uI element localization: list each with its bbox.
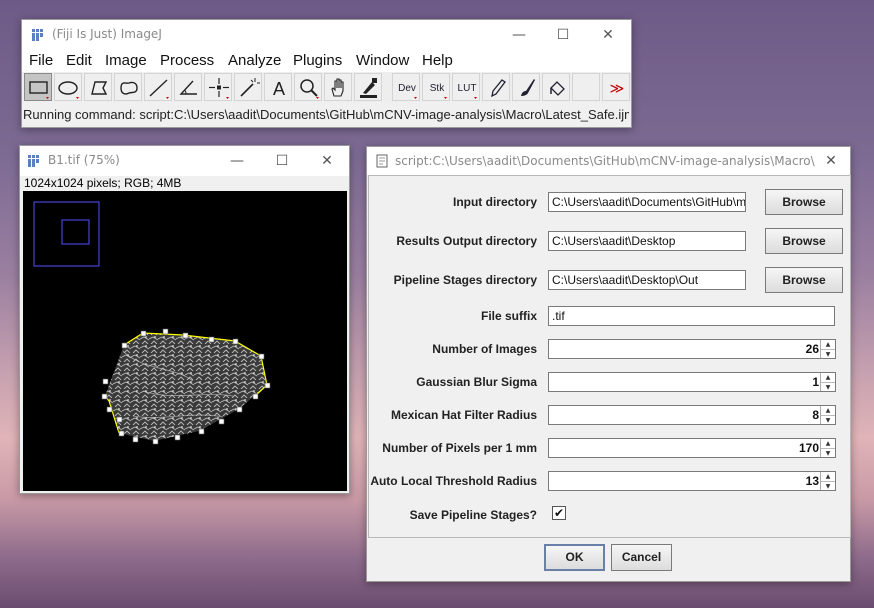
- menu-analyze[interactable]: Analyze: [228, 52, 281, 69]
- dialog-body: Input directory C:\Users\aadit\Documents…: [368, 175, 851, 538]
- image-window: B1.tif (75%) — ☐ ✕ 1024x1024 pixels; RGB…: [19, 145, 350, 494]
- svg-text:Stk: Stk: [430, 83, 445, 94]
- imagej-window-title: (Fiji Is Just) ImageJ: [52, 27, 162, 41]
- magnifier-tool-icon[interactable]: [294, 73, 322, 101]
- maximize-icon[interactable]: ☐: [259, 146, 305, 176]
- num-images-spinner[interactable]: 26 ▲ ▼: [548, 339, 836, 359]
- menu-edit[interactable]: Edit: [66, 52, 92, 69]
- px-per-mm-value: 170: [798, 441, 819, 455]
- file-suffix-field[interactable]: .tif: [548, 306, 835, 326]
- blur-sigma-label: Gaussian Blur Sigma: [416, 375, 537, 389]
- svg-text:≫: ≫: [610, 81, 625, 97]
- menu-image[interactable]: Image: [105, 52, 147, 69]
- file-suffix-label: File suffix: [480, 309, 537, 323]
- imagej-app-icon: [28, 155, 39, 167]
- hand-tool-icon[interactable]: [324, 73, 352, 101]
- imagej-main-window: (Fiji Is Just) ImageJ — ☐ ✕ File Edit Im…: [21, 19, 632, 128]
- stages-directory-browse-button[interactable]: Browse: [765, 267, 843, 293]
- thresh-radius-label: Auto Local Threshold Radius: [370, 474, 537, 488]
- script-icon: [376, 154, 388, 168]
- px-per-mm-spinner[interactable]: 170 ▲ ▼: [548, 438, 836, 458]
- svg-text:Dev: Dev: [398, 83, 416, 94]
- num-images-value: 26: [805, 342, 819, 356]
- rectangle-tool-icon[interactable]: [24, 73, 52, 101]
- menu-file[interactable]: File: [29, 52, 53, 69]
- spinner-arrows-icon[interactable]: ▲ ▼: [820, 472, 835, 490]
- close-icon[interactable]: ✕: [813, 147, 849, 175]
- flood-fill-tool-icon[interactable]: [542, 73, 570, 101]
- dev-tool-icon[interactable]: Dev: [392, 73, 420, 101]
- spinner-arrows-icon[interactable]: ▲ ▼: [820, 439, 835, 457]
- stages-directory-field[interactable]: C:\Users\aadit\Desktop\Out: [548, 270, 746, 290]
- angle-tool-icon[interactable]: [174, 73, 202, 101]
- brush-tool-icon[interactable]: [512, 73, 540, 101]
- svg-text:A: A: [273, 79, 285, 99]
- input-directory-label: Input directory: [452, 195, 537, 209]
- image-window-title: B1.tif (75%): [48, 153, 120, 167]
- spinner-arrows-icon[interactable]: ▲ ▼: [820, 373, 835, 391]
- more-tools-icon[interactable]: ≫: [602, 73, 630, 101]
- save-stages-label: Save Pipeline Stages?: [409, 508, 537, 522]
- input-directory-browse-button[interactable]: Browse: [765, 189, 843, 215]
- imagej-app-icon: [32, 29, 43, 41]
- results-directory-browse-button[interactable]: Browse: [765, 228, 843, 254]
- imagej-titlebar[interactable]: (Fiji Is Just) ImageJ — ☐ ✕: [22, 20, 631, 50]
- menu-plugins[interactable]: Plugins: [293, 52, 342, 69]
- maximize-icon[interactable]: ☐: [540, 20, 586, 50]
- oval-tool-icon[interactable]: [54, 73, 82, 101]
- minimize-icon[interactable]: —: [496, 20, 542, 50]
- minimize-icon[interactable]: —: [214, 146, 260, 176]
- mexhat-radius-label: Mexican Hat Filter Radius: [390, 408, 537, 422]
- image-titlebar[interactable]: B1.tif (75%) — ☐ ✕: [20, 146, 349, 176]
- image-canvas[interactable]: [23, 191, 347, 491]
- blur-sigma-spinner[interactable]: 1 ▲ ▼: [548, 372, 836, 392]
- navigator-viewport: [61, 219, 90, 245]
- menu-bar: File Edit Image Process Analyze Plugins …: [22, 50, 631, 72]
- point-tool-icon[interactable]: [204, 73, 232, 101]
- input-directory-field[interactable]: C:\Users\aadit\Documents\GitHub\mCNV-ima…: [548, 192, 746, 212]
- status-bar: Running command: script:C:\Users\aadit\D…: [23, 107, 629, 122]
- line-tool-icon[interactable]: [144, 73, 172, 101]
- checkmark-icon: ✔: [553, 506, 565, 520]
- results-directory-label: Results Output directory: [396, 234, 537, 248]
- save-stages-checkbox[interactable]: ✔: [552, 506, 566, 520]
- text-tool-icon[interactable]: A: [264, 73, 292, 101]
- lut-tool-icon[interactable]: LUT: [452, 73, 480, 101]
- results-directory-field[interactable]: C:\Users\aadit\Desktop: [548, 231, 746, 251]
- dropper-tool-icon[interactable]: [354, 73, 382, 101]
- svg-text:LUT: LUT: [458, 83, 477, 94]
- image-info: 1024x1024 pixels; RGB; 4MB: [24, 176, 182, 190]
- blur-sigma-value: 1: [812, 375, 819, 389]
- close-icon[interactable]: ✕: [585, 20, 631, 50]
- tool-bar: A Dev Stk LUT ≫: [22, 72, 631, 102]
- thresh-radius-value: 13: [805, 474, 819, 488]
- dialog-titlebar[interactable]: script:C:\Users\aadit\Documents\GitHub\m…: [367, 147, 850, 175]
- mexhat-radius-spinner[interactable]: 8 ▲ ▼: [548, 405, 836, 425]
- wand-tool-icon[interactable]: [234, 73, 262, 101]
- menu-process[interactable]: Process: [160, 52, 214, 69]
- freehand-tool-icon[interactable]: [114, 73, 142, 101]
- pencil-tool-icon[interactable]: [482, 73, 510, 101]
- num-images-label: Number of Images: [432, 342, 537, 356]
- spinner-arrows-icon[interactable]: ▲ ▼: [820, 406, 835, 424]
- close-icon[interactable]: ✕: [304, 146, 350, 176]
- empty-tool-slot: [572, 73, 600, 101]
- polygon-tool-icon[interactable]: [84, 73, 112, 101]
- ok-button[interactable]: OK: [544, 544, 605, 571]
- dialog-title: script:C:\Users\aadit\Documents\GitHub\m…: [395, 154, 815, 168]
- spinner-arrows-icon[interactable]: ▲ ▼: [820, 340, 835, 358]
- stk-tool-icon[interactable]: Stk: [422, 73, 450, 101]
- thresh-radius-spinner[interactable]: 13 ▲ ▼: [548, 471, 836, 491]
- px-per-mm-label: Number of Pixels per 1 mm: [382, 441, 537, 455]
- menu-window[interactable]: Window: [356, 52, 409, 69]
- menu-help[interactable]: Help: [422, 52, 453, 69]
- script-dialog: script:C:\Users\aadit\Documents\GitHub\m…: [366, 146, 851, 582]
- stages-directory-label: Pipeline Stages directory: [393, 273, 537, 287]
- cancel-button[interactable]: Cancel: [611, 544, 672, 571]
- mexhat-radius-value: 8: [812, 408, 819, 422]
